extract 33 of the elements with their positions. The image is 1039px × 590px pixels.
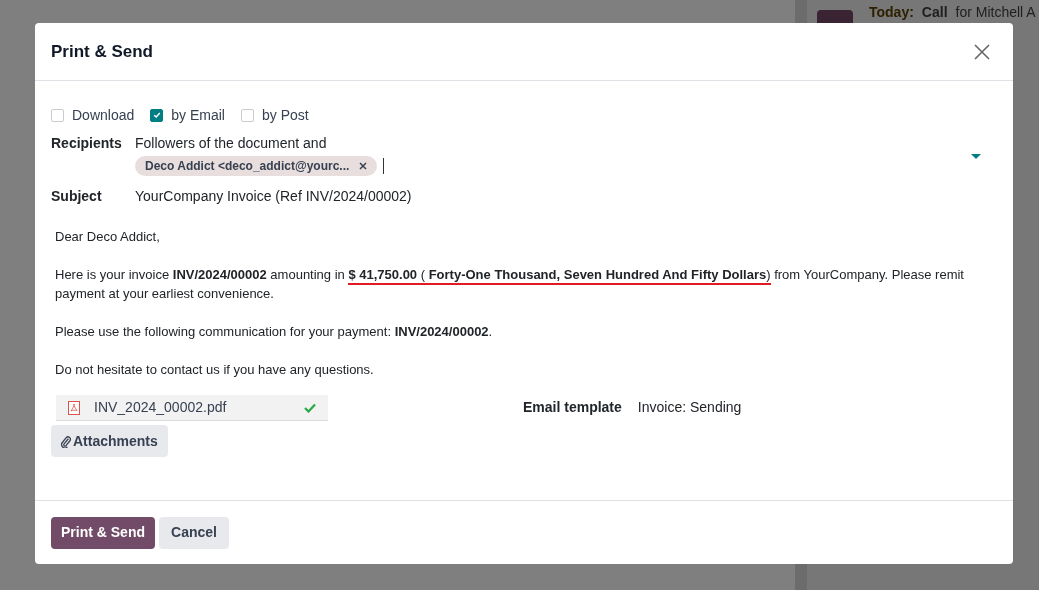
checkbox-label: Download xyxy=(72,105,135,125)
dropdown-caret-icon xyxy=(971,154,981,160)
attachments-button[interactable]: Attachments xyxy=(51,425,168,457)
recipients-field[interactable]: Followers of the document and Deco Addict <deco_addict@yourc... xyxy=(135,133,997,176)
paperclip-icon xyxy=(61,434,71,448)
pdf-file-icon xyxy=(68,400,80,415)
subject-field[interactable]: YourCompany Invoice (Ref INV/2024/00002) xyxy=(135,186,997,207)
checkmark-icon xyxy=(152,111,161,119)
field-label: Email template xyxy=(523,398,622,417)
field-label: Subject xyxy=(51,187,103,206)
recipient-tag: Deco Addict <deco_addict@yourc... xyxy=(135,156,378,176)
email-paragraph: Do not hesitate to contact us if you have any questions. xyxy=(55,361,375,379)
email-paragraph: Please use the following communication for your payment: INV/2024/00002. xyxy=(55,323,494,341)
activity-type: Call xyxy=(921,3,948,21)
email-paragraph: Here is your invoice INV/2024/00002 amounting in $ 41,750.00 ( Forty-One Thousand, Seven Hundred And Fifty Dollars) from YourCompany. Please remit payment at your earliest convenience. xyxy=(55,266,965,303)
checkbox[interactable] xyxy=(150,108,164,122)
attachment-file[interactable]: INV_2024_00002.pdf xyxy=(56,395,328,421)
remove-icon[interactable] xyxy=(359,162,368,170)
checkbox[interactable] xyxy=(51,108,64,122)
cancel-button[interactable]: Cancel xyxy=(159,516,229,549)
dialog-title: Print & Send xyxy=(51,40,153,63)
checkbox-label: by Email xyxy=(171,105,225,125)
checkbox-label: by Post xyxy=(261,105,309,125)
email-template-field[interactable]: Invoice: Sending xyxy=(637,397,742,457)
checkbox[interactable] xyxy=(240,108,254,122)
field-label: Recipients xyxy=(51,134,123,153)
print-send-button[interactable]: Print & Send xyxy=(51,516,155,549)
text-cursor xyxy=(383,158,385,174)
activity-date: Today: xyxy=(869,3,914,21)
recipients-intro: Followers of the document and xyxy=(135,134,328,153)
email-greeting: Dear Deco Addict, xyxy=(55,228,161,246)
activity-text: for Mitchell A xyxy=(955,3,1036,21)
close-icon[interactable] xyxy=(973,42,991,61)
